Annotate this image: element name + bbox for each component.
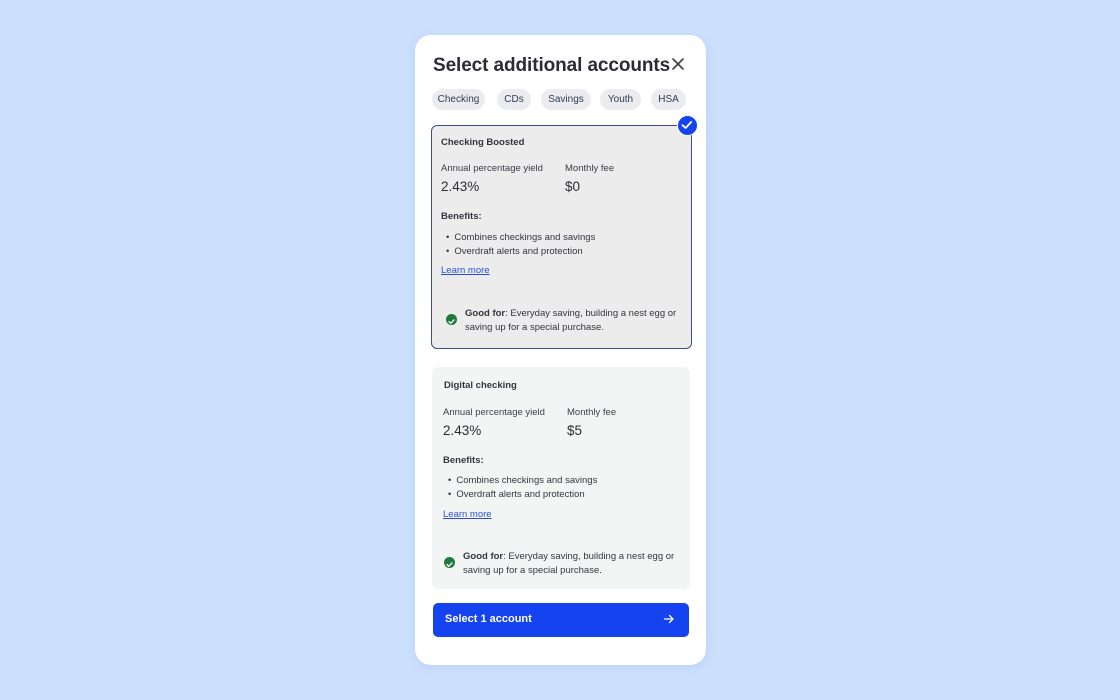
modal-title: Select additional accounts [433,55,671,76]
apy-label: Annual percentage yield [441,163,543,174]
good-for-label: Good for [465,308,506,319]
account-type-filters: Checking CDs Savings Youth HSA [432,89,692,110]
list-item: Overdraft alerts and protection [448,488,597,502]
fee-label: Monthly fee [565,163,615,174]
learn-more-link[interactable]: Learn more [441,265,490,276]
close-button[interactable] [669,55,687,73]
arrow-right-icon [663,614,674,624]
apy-value: 2.43% [443,423,482,438]
benefits-label: Benefits: [441,211,482,222]
check-circle-icon [444,557,455,568]
apy-value: 2.43% [441,179,480,194]
check-circle-icon [446,314,457,325]
fee-value: $0 [565,179,581,194]
list-item: Combines checkings and savings [446,231,595,245]
fee-value: $5 [567,423,583,438]
select-account-label: Select 1 account [445,613,532,625]
account-name: Digital checking [444,380,517,391]
selected-check-icon [677,115,698,136]
good-for-label: Good for [463,551,504,562]
learn-more-link[interactable]: Learn more [443,509,492,520]
list-item: Combines checkings and savings [448,474,597,488]
benefits-list: Combines checkings and savings Overdraft… [446,231,595,259]
chip-cds[interactable]: CDs [497,89,531,110]
close-icon [672,58,684,70]
list-item: Overdraft alerts and protection [446,245,595,259]
benefits-list: Combines checkings and savings Overdraft… [448,474,597,502]
account-card-digital-checking[interactable]: Digital checking Annual percentage yield… [432,367,690,589]
select-accounts-modal: Select additional accounts Checking CDs … [415,35,706,665]
good-for-text: Good for: Everyday saving, building a ne… [465,307,680,335]
chip-youth[interactable]: Youth [600,89,641,110]
benefits-label: Benefits: [443,455,484,466]
select-account-button[interactable]: Select 1 account [433,603,689,637]
fee-label: Monthly fee [567,407,617,418]
chip-hsa[interactable]: HSA [651,89,686,110]
good-for-text: Good for: Everyday saving, building a ne… [463,550,678,578]
account-name: Checking Boosted [441,137,525,148]
chip-savings[interactable]: Savings [541,89,591,110]
chip-checking[interactable]: Checking [432,89,485,110]
account-card-checking-boosted[interactable]: Checking Boosted Annual percentage yield… [431,125,692,349]
apy-label: Annual percentage yield [443,407,545,418]
